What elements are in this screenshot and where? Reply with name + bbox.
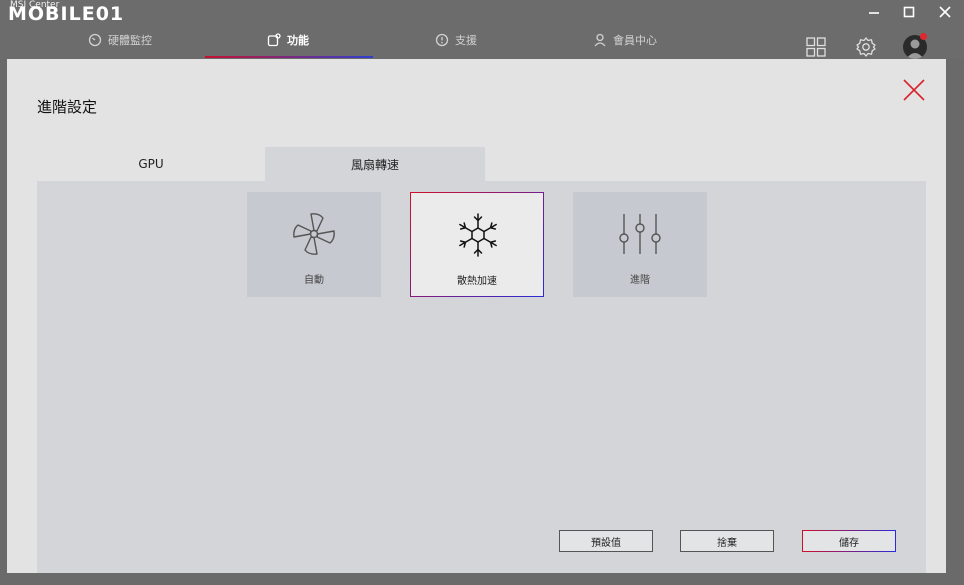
mode-label: 散熱加速 [457, 276, 497, 287]
nav-support[interactable]: 支援 [435, 22, 477, 58]
nav-features[interactable]: 功能 [267, 22, 309, 58]
discard-button[interactable]: 捨棄 [680, 530, 774, 552]
nav-label: 功能 [287, 34, 309, 47]
mode-label: 自動 [304, 275, 324, 286]
tab-gpu[interactable]: GPU [37, 147, 265, 181]
gear-icon[interactable] [855, 36, 877, 58]
panel-title: 進階設定 [37, 98, 98, 116]
gauge-icon [88, 33, 102, 47]
watermark-logo: MOBILE01 [8, 3, 125, 25]
advanced-settings-panel: 進階設定 GPU 風扇轉速 自動 散熱加速 進階 預設值 捨棄 儲存 [7, 59, 946, 573]
nav-hardware-monitor[interactable]: 硬體監控 [88, 22, 152, 58]
background-edge [946, 59, 964, 579]
default-button[interactable]: 預設值 [559, 530, 653, 552]
nav-label: 會員中心 [613, 34, 657, 47]
support-chat-icon [435, 33, 449, 47]
tab-label: 風扇轉速 [350, 157, 399, 172]
tab-label: GPU [138, 157, 164, 171]
snowflake-icon [459, 213, 497, 257]
notification-dot [920, 33, 927, 40]
tab-fan-speed[interactable]: 風扇轉速 [265, 147, 485, 181]
fan-speed-content: 自動 散熱加速 進階 預設值 捨棄 儲存 [37, 181, 926, 573]
active-nav-underline [205, 56, 373, 58]
save-button[interactable]: 儲存 [802, 530, 896, 552]
background-edge [0, 59, 7, 579]
fan-icon [293, 213, 335, 255]
minimize-icon[interactable] [866, 4, 882, 20]
close-icon[interactable] [903, 79, 925, 101]
nav-member-center[interactable]: 會員中心 [593, 22, 657, 58]
mode-advanced-card[interactable]: 進階 [573, 192, 707, 297]
maximize-icon[interactable] [901, 4, 917, 20]
nav-label: 硬體監控 [108, 34, 152, 47]
title-bar: MSI Center MOBILE01 [0, 0, 964, 25]
background-edge [0, 573, 964, 585]
mode-label: 進階 [630, 275, 650, 286]
user-icon [594, 33, 606, 47]
mode-auto-card[interactable]: 自動 [247, 192, 381, 297]
feature-icon [267, 33, 281, 47]
grid-apps-icon[interactable] [806, 37, 826, 57]
mode-cooler-boost-card[interactable]: 散熱加速 [410, 192, 544, 297]
sliders-icon [619, 214, 661, 254]
close-window-icon[interactable] [937, 4, 953, 20]
nav-label: 支援 [455, 34, 477, 47]
